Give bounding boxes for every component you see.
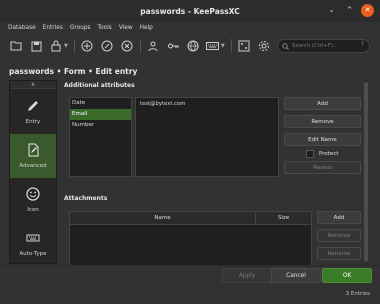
keyboard-icon xyxy=(26,234,40,242)
additional-attributes-title: Additional attributes xyxy=(64,82,135,89)
attachments-table[interactable]: Name Size xyxy=(69,211,312,266)
search-input[interactable]: Search (Ctrl+F)... ? xyxy=(277,39,370,53)
protect-checkbox[interactable] xyxy=(306,149,314,158)
copy-url-icon[interactable] xyxy=(186,39,200,53)
status-entries-count: 3 Entries xyxy=(345,291,370,297)
attachments-title: Attachments xyxy=(64,195,108,202)
autotype-icon[interactable] xyxy=(206,39,220,53)
cancel-button[interactable]: Cancel xyxy=(271,268,321,283)
breadcrumb: passwords • Form • Edit entry xyxy=(9,67,138,76)
attachments-header: Name Size xyxy=(70,212,311,225)
menu-tools[interactable]: Tools xyxy=(98,25,112,31)
toolbar-separator xyxy=(73,39,75,53)
title-bar: passwords - KeePassXC ⌄ ^ ✕ xyxy=(0,0,380,22)
menu-groups[interactable]: Groups xyxy=(70,25,91,31)
sidebar-item-label: Entry xyxy=(25,119,41,125)
advanced-panel: Additional attributes Date Email Number … xyxy=(62,80,368,266)
settings-icon[interactable] xyxy=(257,39,271,53)
toolbar-separator xyxy=(139,39,141,53)
protect-label: Protect xyxy=(319,150,339,157)
footer-divider xyxy=(0,265,380,266)
search-icon xyxy=(282,42,289,50)
menu-help[interactable]: Help xyxy=(140,25,153,31)
edit-entry-icon[interactable] xyxy=(100,39,114,53)
attributes-list[interactable]: Date Email Number xyxy=(69,97,132,177)
reveal-button[interactable]: Reveal xyxy=(284,161,361,174)
sidebar-item-advanced[interactable]: Advanced xyxy=(10,134,56,178)
add-entry-icon[interactable] xyxy=(80,39,94,53)
document-edit-icon xyxy=(28,143,39,157)
menu-bar: Database Entries Groups Tools View Help xyxy=(0,22,380,34)
attribute-item-number[interactable]: Number xyxy=(70,120,131,131)
sidebar-item-entry[interactable]: Entry xyxy=(10,90,56,134)
sidebar-item-label: Advanced xyxy=(19,163,47,169)
password-generator-icon[interactable] xyxy=(237,39,251,53)
pencil-icon xyxy=(28,101,38,111)
remove-attribute-button[interactable]: Remove xyxy=(284,115,361,128)
copy-username-icon[interactable] xyxy=(146,39,160,53)
scrollbar-thumb[interactable] xyxy=(364,82,368,262)
menu-database[interactable]: Database xyxy=(8,25,36,31)
edit-entry-sidebar: ▲ Entry Advanced Icon Auto-Type xyxy=(9,80,57,264)
save-database-icon[interactable] xyxy=(29,39,43,53)
sidebar-item-auto-type[interactable]: Auto-Type xyxy=(10,222,56,263)
column-size[interactable]: Size xyxy=(256,212,311,224)
sidebar-item-label: Icon xyxy=(27,207,39,213)
remove-attachment-button[interactable]: Remove xyxy=(317,229,361,242)
attribute-item-email[interactable]: Email xyxy=(70,109,131,120)
add-attachment-button[interactable]: Add xyxy=(317,211,361,224)
window-title: passwords - KeePassXC xyxy=(140,6,240,16)
menu-entries[interactable]: Entries xyxy=(43,25,63,31)
protect-checkbox-row[interactable]: Protect xyxy=(284,148,361,159)
copy-password-icon[interactable] xyxy=(166,39,180,53)
apply-button[interactable]: Apply xyxy=(222,268,272,283)
attribute-value-field[interactable]: test@bytext.com xyxy=(135,97,279,177)
ok-button[interactable]: OK xyxy=(322,268,372,283)
search-help-icon[interactable]: ? xyxy=(361,41,364,48)
search-placeholder: Search (Ctrl+F)... xyxy=(292,43,338,49)
window-controls: ⌄ ^ ✕ xyxy=(325,4,374,17)
delete-entry-icon[interactable] xyxy=(120,39,134,53)
maximize-icon[interactable]: ^ xyxy=(343,4,356,17)
lock-database-icon[interactable] xyxy=(49,39,63,53)
attribute-item-date[interactable]: Date xyxy=(70,98,131,109)
add-attribute-button[interactable]: Add xyxy=(284,97,361,110)
sidebar-item-label: Auto-Type xyxy=(19,251,47,257)
main-window: passwords - KeePassXC ⌄ ^ ✕ Database Ent… xyxy=(0,0,380,304)
open-database-icon[interactable] xyxy=(9,39,23,53)
minimize-icon[interactable]: ⌄ xyxy=(325,4,338,17)
menu-view[interactable]: View xyxy=(119,25,133,31)
toolbar-separator xyxy=(230,39,232,53)
lock-dropdown-icon[interactable]: ▼ xyxy=(64,43,68,49)
column-name[interactable]: Name xyxy=(70,212,256,224)
close-icon[interactable]: ✕ xyxy=(361,4,374,17)
rename-attachment-button[interactable]: Rename xyxy=(317,247,361,260)
autotype-dropdown-icon[interactable]: ▼ xyxy=(221,43,225,49)
sidebar-scroll-up-icon[interactable]: ▲ xyxy=(10,81,56,89)
sidebar-item-icon[interactable]: Icon xyxy=(10,178,56,222)
vertical-scrollbar[interactable] xyxy=(364,80,368,266)
edit-name-button[interactable]: Edit Name xyxy=(284,133,361,146)
smiley-icon xyxy=(26,187,40,201)
